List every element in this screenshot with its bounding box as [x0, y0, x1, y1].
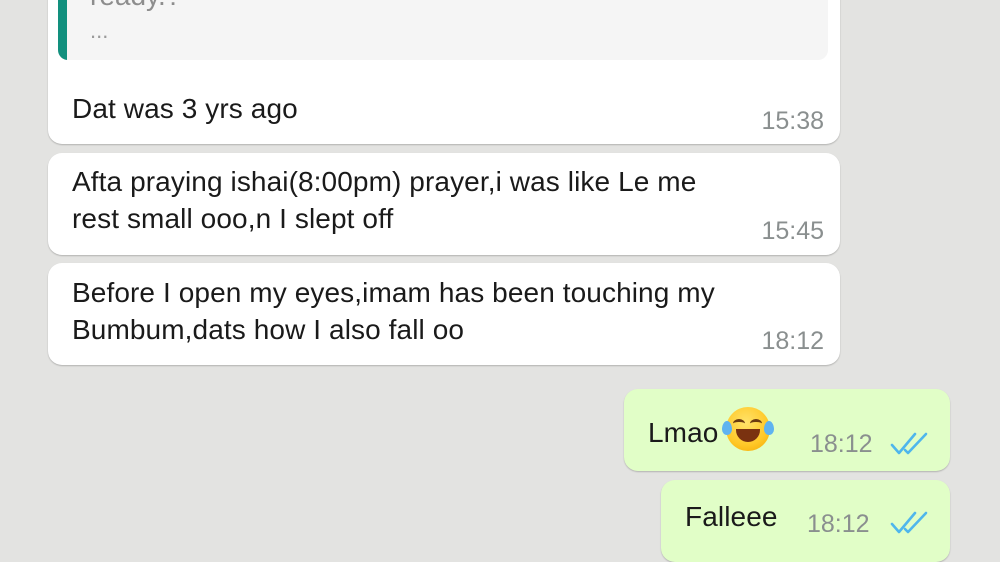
quoted-text-ellipsis: ... [90, 18, 109, 43]
message-time: 15:45 [761, 217, 824, 245]
message-text-content: Lmao [648, 417, 719, 448]
quoted-text: ready.? [90, 0, 181, 14]
message-text: Before I open my eyes,imam has been touc… [72, 277, 715, 345]
message-text: Lmao [648, 407, 775, 451]
message-text: Falleee [685, 501, 778, 532]
message-bubble-outgoing[interactable]: Lmao 18:12 [624, 389, 950, 471]
double-check-read-icon [890, 511, 928, 534]
quote-accent-bar [58, 0, 67, 60]
message-text: Dat was 3 yrs ago [72, 93, 298, 124]
double-check-read-icon [890, 432, 928, 455]
message-time: 18:12 [807, 510, 870, 538]
face-with-tears-of-joy-icon [722, 407, 775, 451]
message-time: 18:12 [761, 327, 824, 355]
message-bubble-incoming[interactable]: Before I open my eyes,imam has been touc… [48, 263, 840, 365]
message-bubble-incoming[interactable]: Afta praying ishai(8:00pm) prayer,i was … [48, 153, 840, 255]
message-text: Afta praying ishai(8:00pm) prayer,i was … [72, 166, 697, 234]
message-bubble-incoming[interactable]: ready.? ... Dat was 3 yrs ago 15:38 [48, 0, 840, 144]
quoted-message[interactable]: ready.? ... [58, 0, 828, 60]
message-time: 18:12 [810, 430, 873, 458]
message-time: 15:38 [761, 107, 824, 135]
message-bubble-outgoing[interactable]: Falleee 18:12 [661, 480, 950, 562]
